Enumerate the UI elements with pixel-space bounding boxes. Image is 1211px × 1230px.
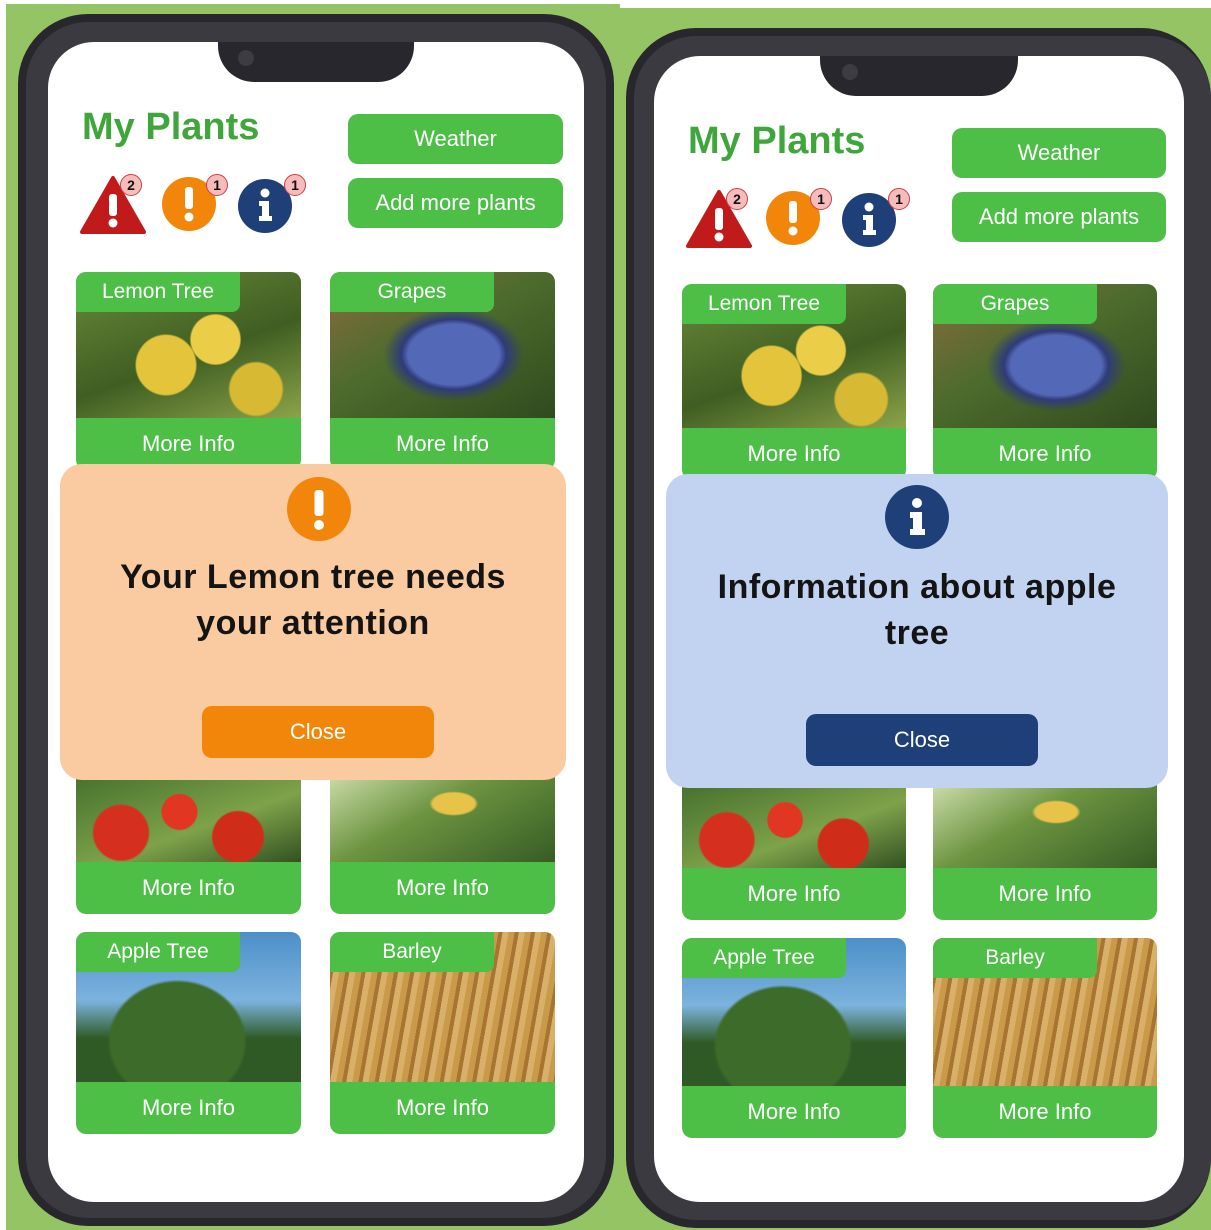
plant-card-corn: More Info (933, 772, 1157, 920)
info-modal: Information about apple tree Close (666, 474, 1168, 788)
plant-label: Apple Tree (682, 938, 846, 978)
modal-message-line2: tree (884, 614, 950, 652)
plant-card-physalis: More Info (76, 762, 301, 914)
modal-message-line1: Information about apple (717, 568, 1117, 606)
danger-count-badge: 2 (726, 188, 748, 210)
plant-card-grapes: Grapes More Info (330, 272, 555, 470)
page-title: My Plants (688, 120, 866, 162)
plant-card-corn: More Info (330, 762, 555, 914)
plant-label: Barley (933, 938, 1097, 978)
more-info-button[interactable]: More Info (682, 428, 906, 480)
more-info-button[interactable]: More Info (330, 1082, 555, 1134)
camera-icon (842, 64, 858, 80)
more-info-button[interactable]: More Info (330, 418, 555, 470)
more-info-button[interactable]: More Info (330, 862, 555, 914)
more-info-button[interactable]: More Info (76, 418, 301, 470)
warning-count-badge: 1 (206, 174, 228, 196)
weather-button[interactable]: Weather (348, 114, 563, 164)
more-info-button[interactable]: More Info (933, 868, 1157, 920)
more-info-button[interactable]: More Info (682, 868, 906, 920)
warning-count-badge: 1 (810, 188, 832, 210)
plant-card-apple-tree: Apple Tree More Info (76, 932, 301, 1134)
plant-card-barley: Barley More Info (933, 938, 1157, 1138)
plant-card-lemon-tree: Lemon Tree More Info (682, 284, 906, 480)
modal-message-line1: Your Lemon tree needs (120, 558, 506, 596)
phone-screen-right: My Plants Weather Add more plants 2 1 1 … (654, 56, 1184, 1202)
plant-card-apple-tree: Apple Tree More Info (682, 938, 906, 1138)
more-info-button[interactable]: More Info (76, 862, 301, 914)
page-title: My Plants (82, 106, 260, 148)
add-more-plants-button[interactable]: Add more plants (952, 192, 1166, 242)
more-info-button[interactable]: More Info (682, 1086, 906, 1138)
close-button[interactable]: Close (202, 706, 434, 758)
plant-label: Grapes (330, 272, 494, 312)
plant-label: Lemon Tree (682, 284, 846, 324)
plant-label: Grapes (933, 284, 1097, 324)
plant-label: Barley (330, 932, 494, 972)
info-count-badge: 1 (888, 188, 910, 210)
more-info-button[interactable]: More Info (933, 1086, 1157, 1138)
exclamation-icon (286, 476, 352, 542)
plant-card-grapes: Grapes More Info (933, 284, 1157, 480)
camera-icon (238, 50, 254, 66)
plant-card-barley: Barley More Info (330, 932, 555, 1134)
warning-modal: Your Lemon tree needs your attention Clo… (60, 464, 566, 780)
more-info-button[interactable]: More Info (76, 1082, 301, 1134)
close-button[interactable]: Close (806, 714, 1038, 766)
phone-notch (218, 42, 414, 82)
phone-notch (820, 56, 1018, 96)
phone-screen-left: My Plants Weather Add more plants 2 1 1 … (48, 42, 584, 1202)
weather-button[interactable]: Weather (952, 128, 1166, 178)
plant-label: Apple Tree (76, 932, 240, 972)
info-icon (884, 484, 950, 550)
info-count-badge: 1 (284, 174, 306, 196)
more-info-button[interactable]: More Info (933, 428, 1157, 480)
plant-card-lemon-tree: Lemon Tree More Info (76, 272, 301, 470)
plant-label: Lemon Tree (76, 272, 240, 312)
danger-count-badge: 2 (120, 174, 142, 196)
modal-message-line2: your attention (196, 604, 430, 642)
plant-card-physalis: More Info (682, 772, 906, 920)
add-more-plants-button[interactable]: Add more plants (348, 178, 563, 228)
